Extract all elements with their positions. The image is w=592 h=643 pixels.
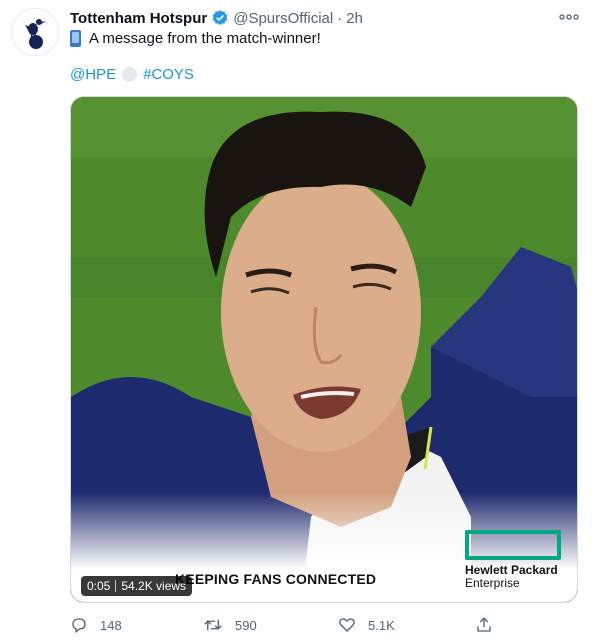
like-button[interactable]: 5.1K (338, 614, 395, 636)
hpe-logo (465, 530, 561, 560)
sponsor-name-line1: Hewlett Packard (465, 563, 558, 577)
sponsor-name-line2: Enterprise (465, 576, 520, 590)
tweet-text-body: A message from the match-winner! (89, 30, 321, 47)
white-circle-icon (122, 67, 138, 82)
tweet-header: Tottenham Hotspur @SpursOfficial · 2h (70, 8, 363, 28)
avatar[interactable] (11, 8, 59, 56)
video-caption: KEEPING FANS CONNECTED (175, 571, 377, 587)
video-current-time: 0:05 (87, 579, 111, 593)
tweet-actions: 148 590 5.1K (70, 614, 500, 636)
hashtag-link[interactable]: #COYS (143, 66, 194, 83)
mobile-phone-icon (70, 30, 81, 47)
tweet-timestamp[interactable]: 2h (346, 10, 363, 27)
tweet-text: A message from the match-winner! (70, 30, 321, 47)
pill-divider (115, 580, 117, 592)
heart-icon (339, 618, 355, 632)
retweet-count: 590 (235, 617, 257, 633)
reply-button[interactable]: 148 (70, 614, 122, 636)
reply-count: 148 (100, 617, 122, 633)
like-count: 5.1K (368, 617, 395, 633)
spurs-crest-icon (25, 19, 46, 49)
video-player[interactable]: KEEPING FANS CONNECTED Hewlett Packard E… (70, 96, 578, 603)
more-icon (559, 14, 579, 20)
reply-icon (72, 618, 86, 634)
mention-link[interactable]: @HPE (70, 66, 116, 83)
tweet-tags: @HPE #COYS (70, 66, 194, 83)
video-view-count: 54.2K views (121, 579, 187, 593)
author-handle[interactable]: @SpursOfficial (233, 10, 333, 27)
video-stats-pill: 0:05 54.2K views (81, 576, 193, 596)
header-separator: · (337, 9, 343, 27)
verified-badge-icon (212, 10, 228, 25)
retweet-icon (204, 619, 222, 631)
share-button[interactable] (475, 614, 505, 636)
retweet-button[interactable]: 590 (203, 614, 257, 636)
share-icon (477, 617, 491, 632)
more-options-button[interactable] (556, 6, 582, 28)
author-name[interactable]: Tottenham Hotspur (70, 10, 207, 27)
